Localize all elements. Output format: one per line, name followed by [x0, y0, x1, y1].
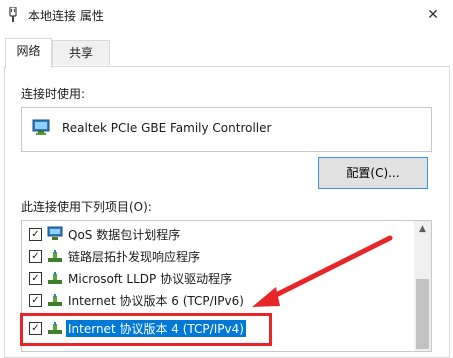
items-label: 此连接使用下列项目(O):	[21, 200, 152, 214]
adapter-field: Realtek PCIe GBE Family Controller	[21, 107, 432, 152]
network-card-icon	[32, 119, 52, 140]
window-title: 本地连接 属性	[28, 9, 104, 23]
close-button[interactable]: ✕	[413, 0, 453, 30]
item-label: Internet 协议版本 4 (TCP/IPv4)	[66, 320, 246, 337]
list-item[interactable]: ✓ Microsoft LLDP 协议驱动程序	[22, 267, 414, 289]
title-bar: 本地连接 属性 ✕	[0, 0, 453, 30]
adapter-name: Realtek PCIe GBE Family Controller	[62, 121, 272, 135]
close-icon: ✕	[427, 7, 439, 23]
item-checkbox[interactable]: ✓	[29, 228, 42, 241]
network-protocol-icon	[47, 320, 65, 339]
list-item[interactable]: ✓ QoS 数据包计划程序	[22, 223, 414, 245]
network-protocol-icon	[47, 248, 65, 267]
list-item[interactable]: ✓ Internet 协议版本 6 (TCP/IPv6)	[22, 289, 414, 311]
tab-strip: 网络 共享	[0, 30, 453, 68]
item-checkbox[interactable]: ✓	[29, 322, 42, 335]
list-scrollbar[interactable]: ▲	[414, 221, 431, 351]
item-checkbox[interactable]: ✓	[29, 250, 42, 263]
tab-network[interactable]: 网络	[5, 38, 52, 68]
item-checkbox[interactable]: ✓	[29, 272, 42, 285]
tab-sharing[interactable]: 共享	[52, 40, 110, 65]
scroll-thumb[interactable]	[416, 279, 429, 349]
scroll-up-icon[interactable]: ▲	[414, 221, 431, 238]
network-adapter-icon	[7, 6, 19, 26]
item-label: Internet 协议版本 6 (TCP/IPv6)	[68, 294, 244, 308]
item-label: QoS 数据包计划程序	[68, 228, 181, 242]
item-label: Microsoft LLDP 协议驱动程序	[68, 272, 233, 286]
item-label: 链路层拓扑发现响应程序	[68, 250, 201, 264]
qos-icon	[47, 226, 65, 245]
connect-using-label: 连接时使用:	[21, 87, 86, 101]
list-item-selected[interactable]: ✓ Internet 协议版本 4 (TCP/IPv4)	[22, 317, 414, 339]
list-item[interactable]: ✓ 链路层拓扑发现响应程序	[22, 245, 414, 267]
components-list[interactable]: ✓ QoS 数据包计划程序 ✓ 链路层拓扑发现响应程序 ✓ Microsoft …	[21, 220, 432, 352]
item-checkbox[interactable]: ✓	[29, 294, 42, 307]
configure-button[interactable]: 配置(C)...	[318, 157, 428, 189]
network-protocol-icon	[47, 292, 65, 311]
network-protocol-icon	[47, 270, 65, 289]
